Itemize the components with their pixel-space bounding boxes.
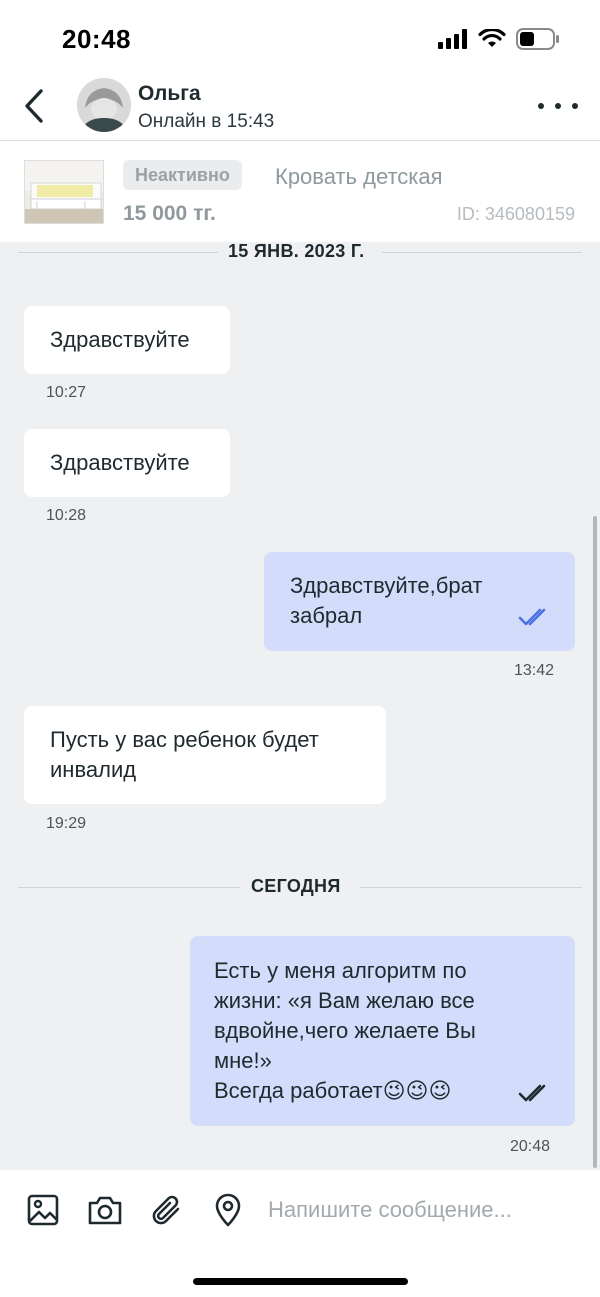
outgoing-message[interactable]: Здравствуйте,брат забрал bbox=[264, 552, 575, 651]
message-time: 10:28 bbox=[46, 507, 87, 524]
message-line: Есть у меня алгоритм по bbox=[214, 958, 467, 983]
status-badge: Неактивно bbox=[123, 160, 242, 190]
battery-icon bbox=[516, 28, 559, 50]
more-dots-icon bbox=[538, 103, 544, 109]
gallery-button[interactable] bbox=[23, 1190, 63, 1230]
more-dots-icon bbox=[572, 103, 578, 109]
product-thumbnail[interactable] bbox=[24, 160, 104, 224]
status-bar: 20:48 bbox=[0, 0, 600, 78]
attach-button[interactable] bbox=[147, 1190, 187, 1230]
date-separator-label: 15 ЯНВ. 2023 Г. bbox=[228, 242, 365, 261]
avatar[interactable] bbox=[77, 78, 131, 132]
message-line: жизни: «я Вам желаю все bbox=[214, 988, 475, 1013]
message-line: Здравствуйте,брат bbox=[290, 573, 483, 598]
message-line: инвалид bbox=[50, 757, 137, 782]
chat-header: Ольга Онлайн в 15:43 bbox=[0, 78, 600, 140]
message-line: вдвойне,чего желаете Вы bbox=[214, 1018, 476, 1043]
message-text: Здравствуйте bbox=[50, 327, 190, 352]
message-time: 20:48 bbox=[510, 1138, 551, 1155]
chevron-left-icon bbox=[25, 89, 43, 123]
location-pin-icon bbox=[215, 1193, 241, 1227]
status-time: 20:48 bbox=[62, 24, 131, 54]
date-separator: 15 ЯНВ. 2023 Г. bbox=[18, 242, 582, 261]
message-line: Всегда работает😉😉😉 bbox=[214, 1078, 452, 1103]
product-id: ID: 346080159 bbox=[456, 204, 575, 224]
image-icon bbox=[27, 1194, 59, 1226]
home-indicator bbox=[193, 1278, 408, 1285]
paperclip-icon bbox=[152, 1195, 180, 1225]
incoming-message[interactable]: Здравствуйте bbox=[24, 429, 230, 497]
message-line: Пусть у вас ребенок будет bbox=[50, 727, 319, 752]
message-text: Здравствуйте,брат забрал bbox=[290, 571, 482, 631]
message-text: Есть у меня алгоритм по жизни: «я Вам же… bbox=[214, 956, 476, 1106]
message-input[interactable] bbox=[268, 1190, 568, 1230]
contact-status: Онлайн в 15:43 bbox=[138, 111, 275, 132]
read-receipt-icon bbox=[518, 608, 546, 626]
message-time: 19:29 bbox=[46, 815, 87, 832]
status-icons bbox=[438, 28, 560, 50]
back-button[interactable] bbox=[14, 84, 54, 128]
date-separator: СЕГОДНЯ bbox=[18, 876, 582, 896]
more-dots-icon bbox=[555, 103, 561, 109]
location-button[interactable] bbox=[208, 1190, 248, 1230]
product-title: Кровать детская bbox=[275, 164, 443, 189]
crib-image-icon bbox=[25, 161, 103, 223]
message-text: Пусть у вас ребенок будет инвалид bbox=[50, 725, 319, 785]
wifi-icon bbox=[478, 29, 506, 47]
chat-area[interactable]: 15 ЯНВ. 2023 Г. Здравствуйте 10:27 Здрав… bbox=[0, 242, 600, 1170]
more-options-button[interactable] bbox=[538, 94, 578, 118]
incoming-message[interactable]: Здравствуйте bbox=[24, 306, 230, 374]
message-line: забрал bbox=[290, 603, 363, 628]
signal-icon bbox=[438, 29, 467, 49]
read-receipt-icon bbox=[518, 1084, 546, 1102]
message-input-bar bbox=[0, 1170, 600, 1297]
camera-icon bbox=[88, 1196, 122, 1225]
date-separator-label: СЕГОДНЯ bbox=[251, 876, 341, 896]
message-time: 13:42 bbox=[514, 662, 555, 679]
camera-button[interactable] bbox=[85, 1190, 125, 1230]
product-price: 15 000 тг. bbox=[123, 202, 216, 225]
message-text: Здравствуйте bbox=[50, 450, 190, 475]
contact-name: Ольга bbox=[138, 82, 201, 105]
scrollbar[interactable] bbox=[593, 516, 597, 1168]
message-time: 10:27 bbox=[46, 384, 87, 401]
message-line: мне!» bbox=[214, 1048, 272, 1073]
incoming-message[interactable]: Пусть у вас ребенок будет инвалид bbox=[24, 706, 386, 804]
product-bar[interactable]: Неактивно Кровать детская 15 000 тг. ID:… bbox=[0, 140, 600, 242]
user-avatar-icon bbox=[77, 78, 131, 132]
outgoing-message[interactable]: Есть у меня алгоритм по жизни: «я Вам же… bbox=[190, 936, 575, 1126]
